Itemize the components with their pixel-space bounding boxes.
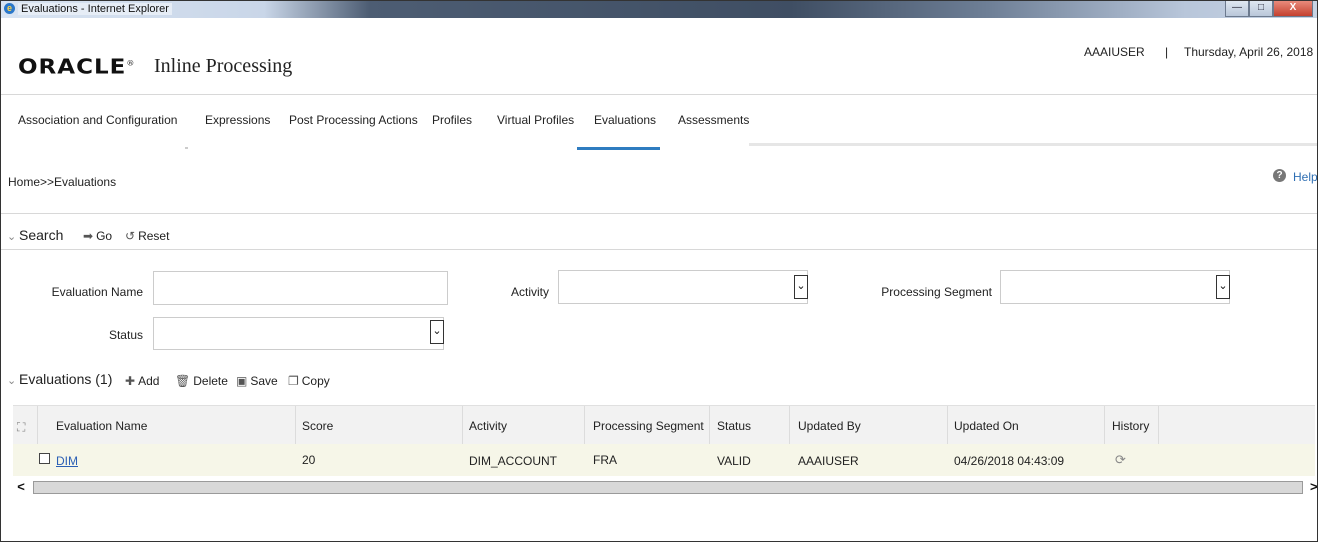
column-header-processing-segment[interactable]: Processing Segment (593, 419, 704, 433)
help-icon[interactable]: ? (1273, 169, 1286, 182)
tab-post-processing-actions[interactable]: Post Processing Actions (289, 113, 418, 127)
tab-expressions[interactable]: Expressions (205, 113, 270, 127)
scroll-left-arrow-icon[interactable]: < (13, 479, 29, 495)
reset-icon: ↺ (125, 229, 136, 243)
tab-assessments[interactable]: Assessments (678, 113, 749, 127)
column-header-updated-on[interactable]: Updated On (954, 419, 1019, 433)
current-date: Thursday, April 26, 2018 (1184, 45, 1314, 59)
active-tab-indicator (577, 147, 660, 150)
header-separator: | (1165, 45, 1169, 59)
chevron-down-icon[interactable]: ⌄ (1216, 275, 1230, 299)
evaluation-name-label: Evaluation Name (51, 285, 143, 299)
floppy-disk-icon: ▣ (236, 374, 248, 388)
hierarchy-icon[interactable]: ⛶ (17, 420, 25, 435)
delete-button[interactable]: 🗑 Delete (175, 374, 228, 388)
oracle-logo: ORACLE® (18, 55, 136, 79)
search-section-title: Search (19, 227, 64, 243)
chevron-down-icon[interactable]: ⌄ (430, 320, 444, 344)
window-title: Evaluations - Internet Explorer (18, 3, 172, 15)
help-link[interactable]: Help (1293, 170, 1317, 184)
scrollbar-track[interactable] (33, 481, 1303, 494)
horizontal-scrollbar[interactable]: < > (13, 479, 1317, 495)
evaluations-section-title: Evaluations (1) (19, 371, 113, 387)
header-divider (1, 94, 1317, 95)
reset-button[interactable]: ↺ Reset (125, 229, 169, 243)
processing-segment-label: Processing Segment (881, 285, 992, 299)
tab-virtual-profiles[interactable]: Virtual Profiles (497, 113, 574, 127)
history-icon[interactable]: ⟳ (1115, 452, 1126, 468)
minimize-button[interactable]: — (1225, 1, 1249, 17)
table-header: ⛶ Evaluation Name Score Activity Process… (13, 405, 1315, 444)
column-header-history[interactable]: History (1112, 419, 1149, 433)
tab-association-and-configuration[interactable]: Association and Configuration (18, 113, 177, 127)
search-divider (1, 249, 1317, 250)
column-header-activity[interactable]: Activity (469, 419, 507, 433)
internet-explorer-icon: e (4, 3, 15, 14)
breadcrumb-divider (1, 213, 1317, 214)
copy-button[interactable]: ❐ Copy (288, 374, 330, 388)
scroll-right-arrow-icon[interactable]: > (1310, 479, 1317, 495)
column-header-updated-by[interactable]: Updated By (798, 419, 861, 433)
updated-on-cell: 04/26/2018 04:43:09 (954, 454, 1065, 468)
title-bar: e Evaluations - Internet Explorer — □ X (1, 1, 1317, 18)
tab-evaluations[interactable]: Evaluations (594, 113, 656, 127)
maximize-button[interactable]: □ (1249, 1, 1273, 17)
updated-by-cell: AAAIUSER (798, 454, 859, 468)
status-select[interactable]: ⌄ (153, 317, 444, 350)
add-button[interactable]: ✚ Add (125, 374, 159, 388)
evaluation-name-input[interactable] (153, 271, 448, 305)
segment-cell: FRA (593, 453, 617, 467)
breadcrumb[interactable]: Home>>Evaluations (8, 175, 116, 189)
status-label: Status (108, 328, 143, 342)
go-arrow-icon: ➡ (83, 229, 94, 243)
close-button[interactable]: X (1273, 1, 1313, 17)
plus-icon: ✚ (125, 374, 136, 388)
row-checkbox[interactable] (39, 453, 50, 464)
browser-window: e Evaluations - Internet Explorer — □ X … (0, 0, 1318, 542)
score-cell: 20 (302, 453, 316, 467)
evaluations-collapse-chevron-icon[interactable]: ⌄ (7, 374, 16, 387)
tab-divider-mark (185, 147, 188, 149)
search-collapse-chevron-icon[interactable]: ⌄ (7, 230, 16, 243)
activity-cell: DIM_ACCOUNT (469, 454, 558, 468)
processing-segment-select[interactable]: ⌄ (1000, 270, 1230, 304)
evaluation-name-link[interactable]: DIM (56, 454, 78, 468)
activity-label: Activity (510, 285, 549, 299)
chevron-down-icon[interactable]: ⌄ (794, 275, 808, 299)
status-cell: VALID (717, 454, 751, 468)
tab-bar-line (749, 143, 1317, 146)
trash-icon: 🗑 (175, 374, 191, 388)
user-name: AAAIUSER (1084, 45, 1145, 59)
table-row[interactable]: DIM 20 DIM_ACCOUNT FRA VALID AAAIUSER 04… (13, 444, 1315, 476)
go-button[interactable]: ➡ Go (83, 229, 112, 243)
activity-select[interactable]: ⌄ (558, 270, 808, 304)
column-header-score[interactable]: Score (302, 419, 333, 433)
column-header-evaluation-name[interactable]: Evaluation Name (56, 419, 147, 433)
app-title: Inline Processing (154, 55, 293, 77)
save-button[interactable]: ▣ Save (236, 374, 278, 388)
copy-icon: ❐ (288, 374, 299, 388)
column-header-status[interactable]: Status (717, 419, 751, 433)
tab-profiles[interactable]: Profiles (432, 113, 472, 127)
